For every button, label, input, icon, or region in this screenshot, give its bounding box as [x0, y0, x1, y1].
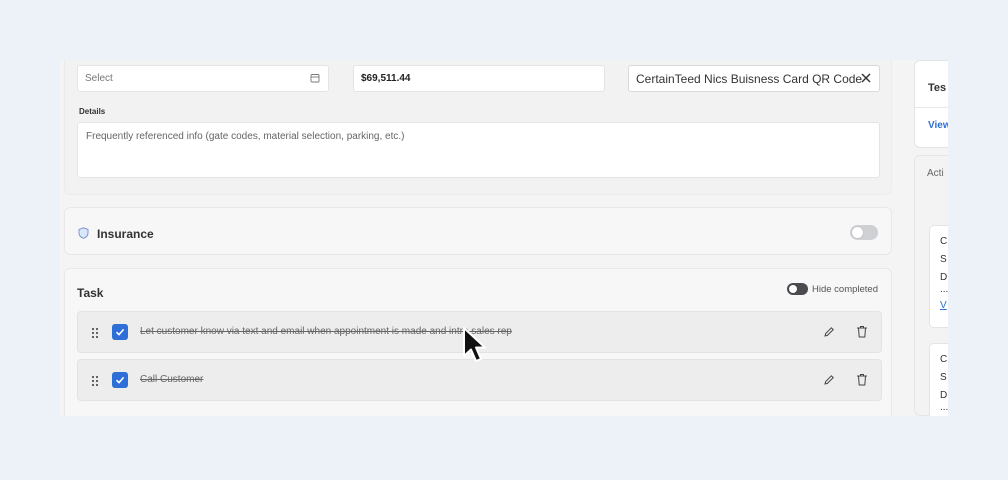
activity-tab[interactable]: Acti — [927, 168, 944, 179]
sidebar-header-card: Tes View — [914, 60, 948, 148]
date-select-value: Select — [85, 73, 113, 84]
shield-icon — [78, 227, 89, 239]
task-text: Call Customer — [140, 374, 204, 385]
activity-panel: Acti C S D ... V C S D ... — [914, 155, 948, 416]
document-name: CertainTeed Nics Buisness Card QR Code — [636, 71, 862, 86]
task-section-title: Task — [77, 286, 104, 300]
trash-icon[interactable] — [856, 325, 868, 338]
toggle-knob — [852, 227, 863, 238]
job-info-card: Select $69,511.44 CertainTeed Nics Buisn… — [64, 60, 892, 195]
activity-line: C — [940, 236, 948, 247]
divider — [915, 107, 948, 108]
document-field[interactable]: CertainTeed Nics Buisness Card QR Code — [628, 65, 880, 92]
calendar-icon — [310, 74, 320, 83]
task-checkbox[interactable] — [112, 372, 128, 388]
activity-line: S — [940, 372, 947, 383]
mouse-cursor-icon — [463, 327, 486, 362]
activity-card[interactable]: C S D ... V — [929, 225, 948, 328]
hide-completed-toggle[interactable] — [786, 283, 808, 295]
close-icon[interactable] — [859, 71, 873, 85]
drag-handle-icon[interactable] — [90, 375, 100, 387]
hide-completed-label: Hide completed — [811, 283, 878, 295]
details-placeholder: Frequently referenced info (gate codes, … — [86, 131, 405, 142]
activity-line: S — [940, 254, 947, 265]
amount-field[interactable]: $69,511.44 — [353, 65, 605, 92]
insurance-card: Insurance — [64, 207, 892, 255]
pencil-icon[interactable] — [823, 326, 835, 338]
check-icon — [115, 376, 125, 384]
task-text: Let customer know via text and email whe… — [140, 326, 512, 337]
details-textarea[interactable]: Frequently referenced info (gate codes, … — [77, 122, 880, 178]
toggle-knob — [788, 285, 797, 293]
app-viewport: Select $69,511.44 CertainTeed Nics Buisn… — [60, 60, 948, 416]
activity-link[interactable]: V — [940, 300, 947, 311]
check-icon — [115, 328, 125, 336]
drag-handle-icon[interactable] — [90, 327, 100, 339]
hide-completed-control[interactable]: Hide completed — [786, 283, 878, 295]
activity-line: ... — [940, 284, 948, 295]
sidebar-title: Tes — [928, 82, 947, 94]
insurance-title: Insurance — [97, 227, 154, 241]
activity-line: D — [940, 390, 948, 401]
activity-line: ... — [940, 402, 948, 413]
amount-value: $69,511.44 — [361, 73, 411, 84]
task-checkbox[interactable] — [112, 324, 128, 340]
details-label: Details — [79, 107, 106, 116]
activity-card[interactable]: C S D ... — [929, 343, 948, 416]
insurance-toggle[interactable] — [850, 225, 878, 240]
activity-line: C — [940, 354, 948, 365]
trash-icon[interactable] — [856, 373, 868, 386]
view-link[interactable]: View — [928, 120, 948, 131]
pencil-icon[interactable] — [823, 374, 835, 386]
date-select[interactable]: Select — [77, 65, 329, 92]
activity-line: D — [940, 272, 948, 283]
